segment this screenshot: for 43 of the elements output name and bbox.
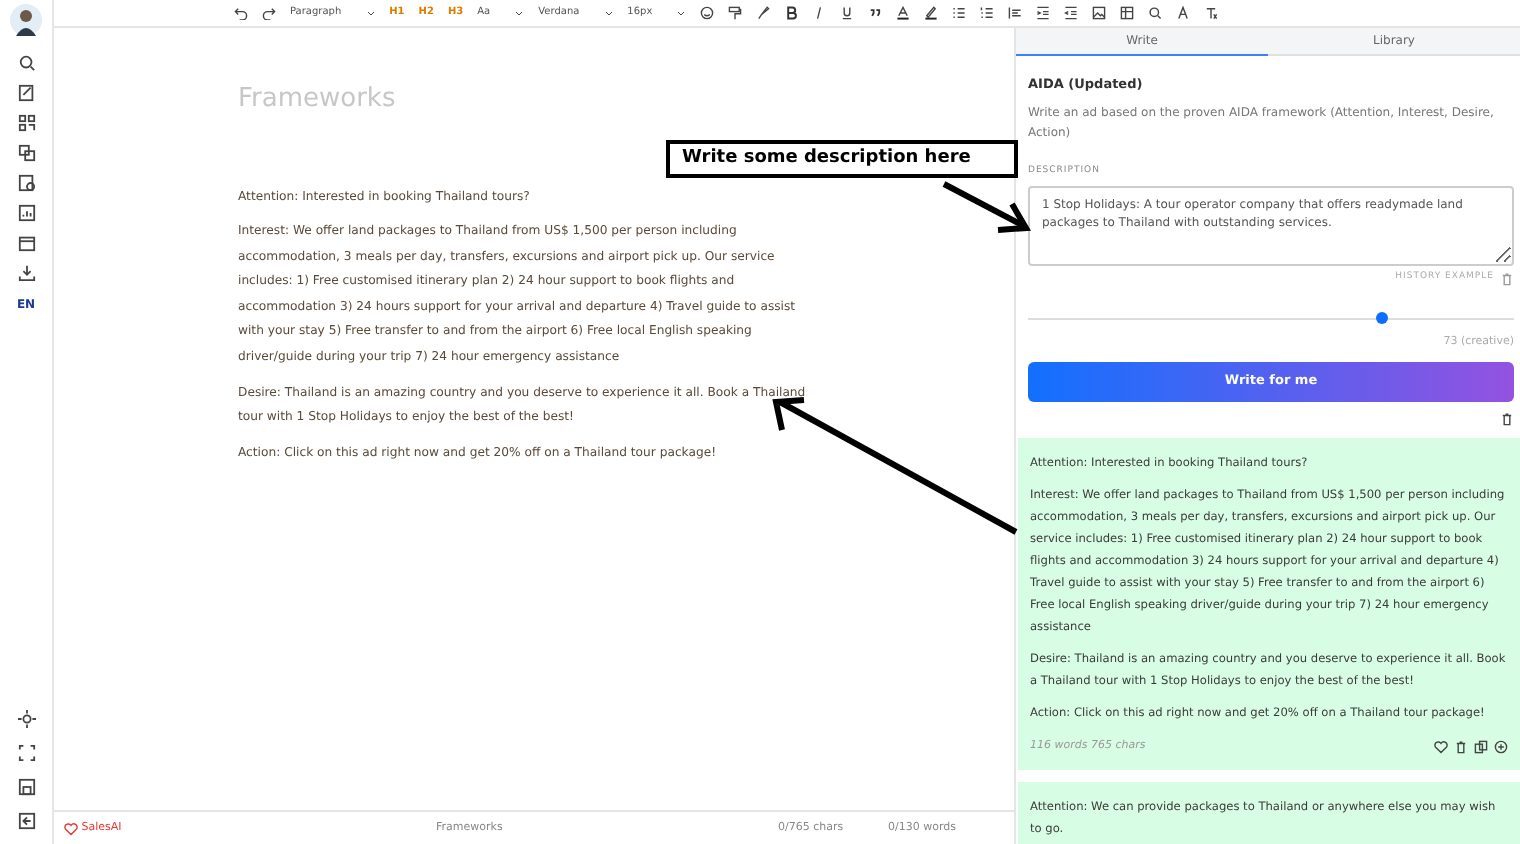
arrow bbox=[942, 181, 1031, 233]
search-icon[interactable] bbox=[1148, 6, 1163, 20]
undo-icon[interactable] bbox=[234, 6, 248, 20]
emoji-icon[interactable] bbox=[700, 6, 715, 20]
text-direction-icon[interactable] bbox=[1176, 6, 1191, 20]
copy-icon[interactable] bbox=[17, 144, 35, 162]
trash-icon[interactable] bbox=[1500, 411, 1514, 426]
add-icon[interactable] bbox=[1494, 739, 1508, 754]
grid-icon[interactable] bbox=[17, 114, 35, 132]
bulleted-list-icon[interactable] bbox=[952, 6, 967, 20]
search-icon[interactable] bbox=[17, 54, 35, 72]
trash-icon[interactable] bbox=[1454, 739, 1468, 754]
paint-format-icon[interactable] bbox=[728, 6, 743, 20]
exit-icon[interactable] bbox=[17, 812, 35, 830]
avatar-icon[interactable] bbox=[10, 4, 42, 36]
quote-icon[interactable] bbox=[868, 6, 883, 20]
highlighter-icon[interactable] bbox=[924, 6, 939, 20]
fullscreen-icon[interactable] bbox=[17, 744, 35, 762]
window-icon[interactable] bbox=[17, 234, 35, 252]
sun-icon[interactable] bbox=[17, 710, 35, 728]
document-icon[interactable] bbox=[17, 174, 35, 192]
download-icon[interactable] bbox=[17, 264, 35, 282]
italic-icon[interactable] bbox=[812, 6, 827, 20]
text-color-icon[interactable] bbox=[896, 6, 911, 20]
copy-icon[interactable] bbox=[1474, 739, 1488, 754]
outdent-icon[interactable] bbox=[1064, 6, 1079, 20]
table-icon[interactable] bbox=[1120, 6, 1135, 20]
numbered-list-icon[interactable] bbox=[980, 6, 995, 20]
save-icon[interactable] bbox=[17, 778, 35, 796]
edit-icon[interactable] bbox=[17, 84, 35, 102]
redo-icon[interactable] bbox=[262, 6, 276, 20]
bold-icon[interactable] bbox=[784, 6, 799, 20]
underline-icon[interactable] bbox=[840, 6, 855, 20]
slider-thumb[interactable] bbox=[1376, 311, 1389, 323]
heart-icon bbox=[64, 821, 78, 835]
indent-icon[interactable] bbox=[1036, 6, 1051, 20]
align-left-icon[interactable] bbox=[1008, 6, 1023, 20]
callout: Write some description here bbox=[666, 140, 1018, 178]
brush-icon[interactable] bbox=[756, 6, 771, 20]
chart-icon[interactable] bbox=[17, 204, 35, 222]
heart-icon[interactable] bbox=[1434, 739, 1448, 754]
clear-format-icon[interactable] bbox=[1204, 6, 1219, 20]
image-icon[interactable] bbox=[1092, 6, 1107, 20]
